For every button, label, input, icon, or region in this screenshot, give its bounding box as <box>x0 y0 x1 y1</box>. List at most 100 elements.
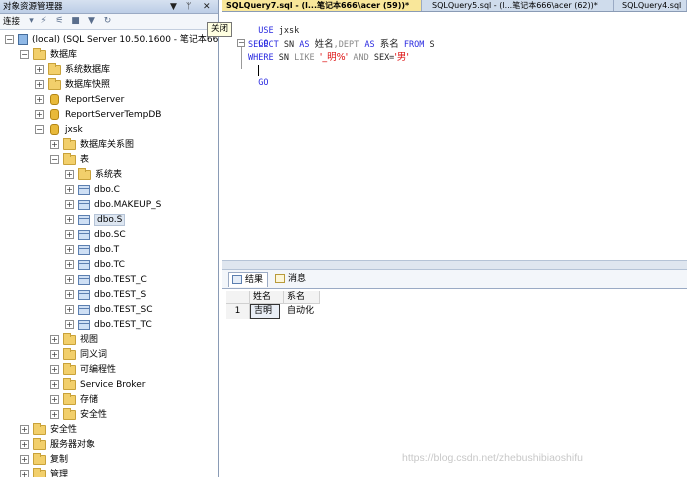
tree-node[interactable]: + dbo.T <box>65 243 119 258</box>
tree-node[interactable]: + ReportServerTempDB <box>35 108 161 123</box>
tree-node[interactable]: + dbo.MAKEUP_S <box>65 198 161 213</box>
keyword: LIKE <box>294 53 315 63</box>
tree-node[interactable]: + dbo.TEST_TC <box>65 318 152 333</box>
expand-icon[interactable]: + <box>65 185 74 194</box>
keyword: FROM <box>403 40 425 50</box>
expand-icon[interactable]: + <box>65 215 74 224</box>
tree-node[interactable]: + dbo.S <box>65 213 126 228</box>
tree-node-label: jxsk <box>65 125 83 135</box>
expand-icon[interactable]: + <box>65 290 74 299</box>
expand-icon[interactable]: + <box>20 425 29 434</box>
table-icon <box>78 199 90 210</box>
tree-node[interactable]: + 服务器对象 <box>20 437 95 453</box>
tree-node[interactable]: + 复制 <box>20 452 68 468</box>
column-header-dept[interactable]: 系名 <box>284 291 320 304</box>
collapse-icon[interactable]: − <box>5 35 14 44</box>
expand-icon[interactable]: + <box>65 260 74 269</box>
filter-icon[interactable]: ▼ <box>86 16 97 27</box>
collapse-icon[interactable]: − <box>50 155 59 164</box>
disconnect-icon[interactable]: ⚟ <box>54 16 65 27</box>
tab-messages[interactable]: 消息 <box>272 272 310 287</box>
connect-button[interactable]: 连接 <box>3 17 20 27</box>
identifier: S <box>429 40 435 50</box>
grid-corner[interactable] <box>226 291 250 304</box>
tree-node[interactable]: − jxsk <box>35 123 83 138</box>
dropdown-icon[interactable]: ▼ <box>170 0 177 14</box>
tab-sqlquery4[interactable]: SQLQuery4.sql <box>618 0 687 11</box>
expand-icon[interactable]: + <box>65 200 74 209</box>
tree-node-label: 表 <box>80 155 90 165</box>
tab-sqlquery7[interactable]: SQLQuery7.sql - (l...笔记本666\acer (59))* <box>222 0 422 11</box>
tree-node-label: 管理 <box>50 470 69 477</box>
tree-node[interactable]: + 系统表 <box>65 167 122 183</box>
tree-node[interactable]: + 数据库快照 <box>35 77 110 93</box>
expand-icon[interactable]: + <box>50 350 59 359</box>
tree-node[interactable]: + 数据库关系图 <box>50 137 135 153</box>
tree-node[interactable]: + dbo.TEST_SC <box>65 303 153 318</box>
grid-cell-name[interactable]: 吉明 <box>250 304 280 319</box>
expand-icon[interactable]: + <box>20 440 29 449</box>
messages-icon <box>275 274 285 283</box>
expand-icon[interactable]: + <box>35 80 44 89</box>
tree-node[interactable]: + dbo.SC <box>65 228 126 243</box>
column-header-name[interactable]: 姓名 <box>250 291 284 304</box>
tree-node-label: ReportServer <box>65 95 125 105</box>
tree-node[interactable]: + dbo.TEST_S <box>65 288 146 303</box>
pin-icon[interactable]: ᛘ <box>186 0 191 14</box>
expand-icon[interactable]: + <box>65 170 74 179</box>
tree-node[interactable]: + dbo.C <box>65 183 120 198</box>
table-icon <box>78 184 90 195</box>
expand-icon[interactable]: + <box>50 335 59 344</box>
tree-node[interactable]: + ReportServer <box>35 93 124 108</box>
expand-icon[interactable]: + <box>50 410 59 419</box>
pane-splitter[interactable] <box>222 260 687 270</box>
expand-icon[interactable]: + <box>20 470 29 477</box>
tree-node-label: dbo.TEST_TC <box>94 320 152 330</box>
tree-node[interactable]: − (local) (SQL Server 10.50.1600 - 笔记本666 <box>5 33 218 48</box>
tree-node-label: 数据库关系图 <box>80 140 135 150</box>
expand-icon[interactable]: + <box>35 110 44 119</box>
connect-dropdown-icon[interactable]: ▾ <box>26 16 37 27</box>
tab-sqlquery5[interactable]: SQLQuery5.sql - (l...笔记本666\acer (62))* <box>428 0 614 11</box>
expand-icon[interactable]: + <box>35 95 44 104</box>
tree-node[interactable]: + 安全性 <box>20 422 77 438</box>
tree-node[interactable]: + 可编程性 <box>50 362 116 378</box>
expand-icon[interactable]: + <box>50 140 59 149</box>
close-icon[interactable]: ✕ <box>203 0 211 14</box>
tree-node[interactable]: + 同义词 <box>50 347 107 363</box>
expand-icon[interactable]: + <box>65 275 74 284</box>
stop-icon[interactable]: ■ <box>70 16 81 27</box>
expand-icon[interactable]: + <box>65 245 74 254</box>
keyword: AS <box>299 40 310 50</box>
expand-icon[interactable]: + <box>50 395 59 404</box>
folder-icon <box>63 377 76 390</box>
refresh-icon[interactable]: ↻ <box>102 16 113 27</box>
tree-node-label: 系统数据库 <box>65 65 111 75</box>
tree-node[interactable]: + 系统数据库 <box>35 62 111 78</box>
tab-results[interactable]: 结果 <box>228 272 269 287</box>
object-explorer-title-bar: 对象资源管理器 ▼ ᛘ ✕ <box>0 0 218 14</box>
expand-icon[interactable]: + <box>50 380 59 389</box>
tree-node[interactable]: − 数据库 <box>20 47 77 63</box>
table-icon <box>78 289 90 300</box>
tree-node[interactable]: + Service Broker <box>50 377 145 393</box>
expand-icon[interactable]: + <box>20 455 29 464</box>
tree-node[interactable]: + 安全性 <box>50 407 107 423</box>
tree-node[interactable]: + dbo.TEST_C <box>65 273 147 288</box>
collapse-icon[interactable]: − <box>35 125 44 134</box>
tree-node[interactable]: + dbo.TC <box>65 258 125 273</box>
expand-icon[interactable]: + <box>50 365 59 374</box>
expand-icon[interactable]: + <box>65 320 74 329</box>
collapse-icon[interactable]: − <box>20 50 29 59</box>
tree-node[interactable]: − 表 <box>50 152 90 168</box>
expand-icon[interactable]: + <box>65 305 74 314</box>
tree-node[interactable]: + 视图 <box>50 332 98 348</box>
expand-icon[interactable]: + <box>35 65 44 74</box>
collapse-icon[interactable]: − <box>237 39 245 47</box>
connect-icon[interactable]: ⚡ <box>38 16 49 27</box>
expand-icon[interactable]: + <box>65 230 74 239</box>
grid-cell-dept[interactable]: 自动化 <box>284 304 324 319</box>
row-number[interactable]: 1 <box>226 304 250 319</box>
tree-node[interactable]: + 存储 <box>50 392 98 408</box>
tree-node[interactable]: + 管理 <box>20 467 69 477</box>
